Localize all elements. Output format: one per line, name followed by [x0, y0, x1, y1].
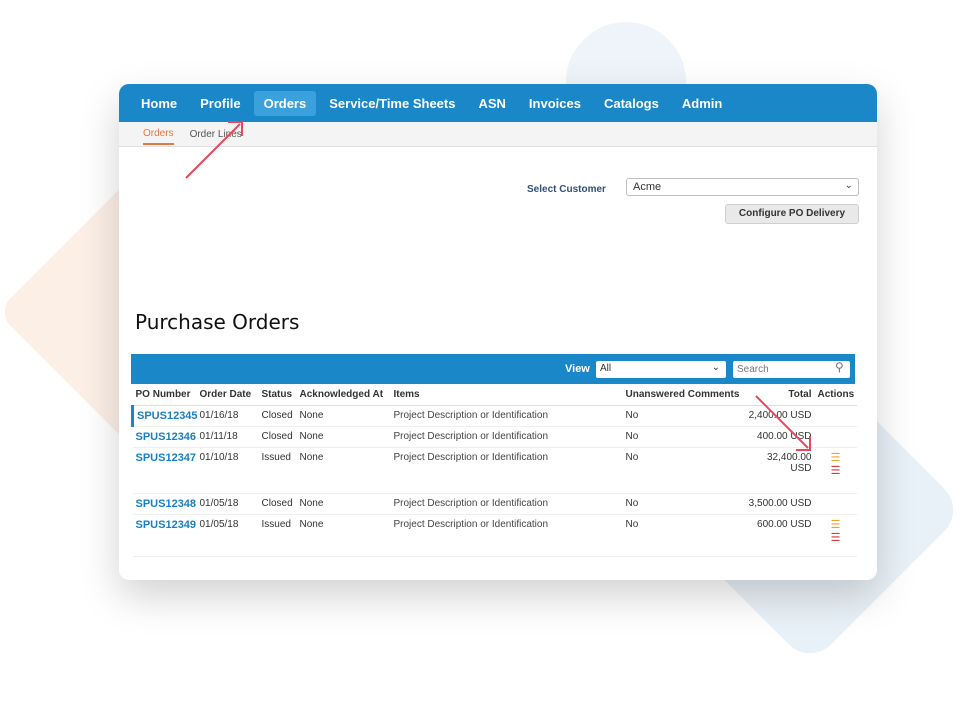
acknowledged-at: None	[296, 405, 391, 427]
view-label: View	[565, 363, 590, 375]
total: 2,400.00 USD	[742, 405, 815, 427]
actions-cell	[814, 426, 857, 448]
acknowledged-at: None	[296, 493, 391, 515]
po-number-link[interactable]: SPUS12349	[132, 514, 197, 557]
table-row: SPUS12348 01/05/18 Closed None Project D…	[132, 493, 857, 515]
nav-invoices[interactable]: Invoices	[519, 91, 591, 116]
column-header-total[interactable]: Total	[742, 384, 815, 406]
unanswered-comments: No	[622, 447, 743, 494]
status: Issued	[258, 514, 297, 557]
view-select-value: All	[600, 363, 612, 374]
column-header-unanswered-comments[interactable]: Unanswered Comments	[622, 384, 743, 406]
table-header-row: PO Number Order Date Status Acknowledged…	[132, 384, 857, 406]
acknowledged-at: None	[296, 426, 391, 448]
app-window: Home Profile Orders Service/Time Sheets …	[119, 84, 877, 580]
order-date: 01/16/18	[196, 405, 259, 427]
column-header-acknowledged-at[interactable]: Acknowledged At	[296, 384, 391, 406]
nav-catalogs[interactable]: Catalogs	[594, 91, 669, 116]
unanswered-comments: No	[622, 514, 743, 557]
order-date: 01/05/18	[196, 493, 259, 515]
nav-asn[interactable]: ASN	[468, 91, 515, 116]
po-number-link[interactable]: SPUS12347	[132, 447, 197, 494]
table-row: SPUS12349 01/05/18 Issued None Project D…	[132, 514, 857, 557]
configure-po-delivery-button[interactable]: Configure PO Delivery	[725, 204, 859, 224]
page-title: Purchase Orders	[135, 310, 300, 334]
total: 32,400.00 USD	[742, 447, 815, 494]
order-date: 01/10/18	[196, 447, 259, 494]
items: Project Description or Identification	[390, 447, 623, 494]
po-number-link[interactable]: SPUS12346	[132, 426, 197, 448]
nav-service-time-sheets[interactable]: Service/Time Sheets	[319, 91, 465, 116]
nav-orders[interactable]: Orders	[253, 90, 317, 116]
acknowledge-stack-icon[interactable]: ☰	[831, 452, 841, 465]
status: Closed	[258, 405, 297, 427]
total: 400.00 USD	[742, 426, 815, 448]
column-header-status[interactable]: Status	[258, 384, 297, 406]
column-header-po-number[interactable]: PO Number	[132, 384, 197, 406]
po-number-link[interactable]: SPUS12345	[131, 405, 198, 427]
po-number-link[interactable]: SPUS12348	[132, 493, 197, 515]
reject-stack-icon[interactable]: ☰	[831, 465, 841, 478]
unanswered-comments: No	[622, 493, 743, 515]
total: 3,500.00 USD	[742, 493, 815, 515]
search-input[interactable]	[733, 361, 850, 378]
items: Project Description or Identification	[390, 493, 623, 515]
search-icon[interactable]: ⚲	[835, 360, 844, 374]
column-header-actions: Actions	[814, 384, 857, 406]
items: Project Description or Identification	[390, 426, 623, 448]
subnav-order-lines[interactable]: Order Lines	[190, 125, 242, 144]
nav-admin[interactable]: Admin	[672, 91, 732, 116]
acknowledged-at: None	[296, 447, 391, 494]
reject-stack-icon[interactable]: ☰	[831, 532, 841, 545]
unanswered-comments: No	[622, 426, 743, 448]
items: Project Description or Identification	[390, 514, 623, 557]
actions-cell	[814, 405, 857, 427]
column-header-items[interactable]: Items	[390, 384, 623, 406]
status: Closed	[258, 493, 297, 515]
status: Issued	[258, 447, 297, 494]
order-date: 01/11/18	[196, 426, 259, 448]
status: Closed	[258, 426, 297, 448]
table-row: SPUS12347 01/10/18 Issued None Project D…	[132, 447, 857, 494]
select-customer-label: Select Customer	[527, 184, 606, 195]
table-row: SPUS12346 01/11/18 Closed None Project D…	[132, 426, 857, 448]
nav-home[interactable]: Home	[131, 91, 187, 116]
items: Project Description or Identification	[390, 405, 623, 427]
customer-select[interactable]: Acme ⌄	[626, 178, 859, 196]
table-row: SPUS12345 01/16/18 Closed None Project D…	[131, 405, 857, 427]
actions-cell: ☰ ☰	[814, 514, 857, 557]
nav-profile[interactable]: Profile	[190, 91, 250, 116]
order-date: 01/05/18	[196, 514, 259, 557]
chevron-down-icon: ⌄	[711, 362, 720, 373]
sub-navigation: Orders Order Lines	[119, 122, 877, 147]
actions-cell	[814, 493, 857, 515]
subnav-orders[interactable]: Orders	[143, 124, 174, 145]
customer-select-value: Acme	[633, 181, 662, 193]
column-header-order-date[interactable]: Order Date	[196, 384, 259, 406]
acknowledge-stack-icon[interactable]: ☰	[831, 519, 841, 532]
actions-cell: ☰ ☰	[814, 447, 857, 494]
chevron-down-icon: ⌄	[844, 180, 853, 191]
orders-table: PO Number Order Date Status Acknowledged…	[131, 384, 857, 557]
top-navigation: Home Profile Orders Service/Time Sheets …	[119, 84, 877, 122]
acknowledged-at: None	[296, 514, 391, 557]
table-toolbar: View All ⌄ ⚲	[131, 354, 855, 384]
purchase-orders-table: View All ⌄ ⚲ PO Number Order Date Status…	[131, 354, 857, 557]
total: 600.00 USD	[742, 514, 815, 557]
view-select[interactable]: All ⌄	[596, 361, 726, 378]
unanswered-comments: No	[622, 405, 743, 427]
